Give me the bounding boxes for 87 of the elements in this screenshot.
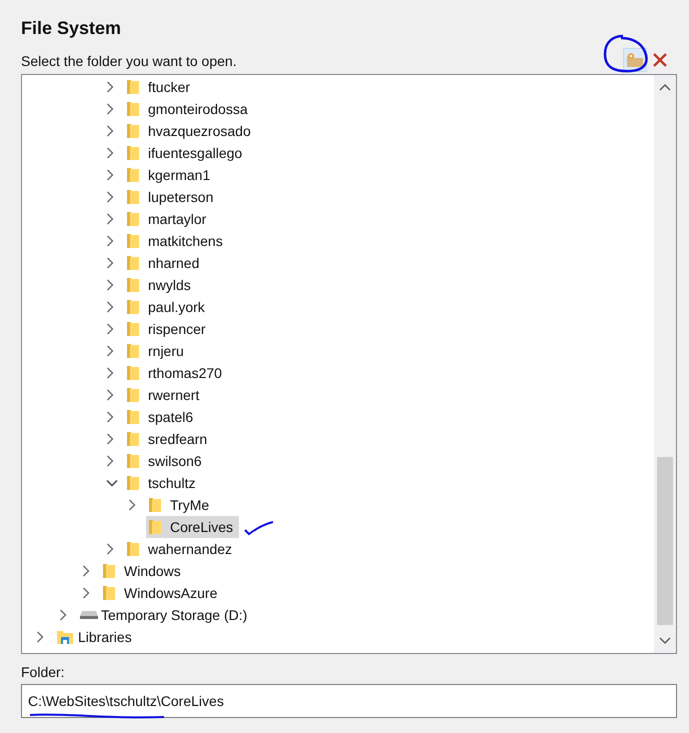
expand-chevron-icon[interactable]	[106, 147, 114, 159]
folder-tree-item[interactable]: nwylds	[106, 274, 197, 296]
folder-tree-item[interactable]: gmonteirodossa	[106, 98, 254, 120]
folder-icon	[126, 101, 140, 117]
expand-chevron-icon[interactable]	[106, 301, 114, 313]
expand-chevron-icon[interactable]	[106, 411, 114, 423]
folder-icon	[126, 431, 140, 447]
expand-chevron-icon[interactable]	[106, 323, 114, 335]
folder-icon	[126, 343, 140, 359]
drive-icon	[79, 610, 99, 620]
expand-chevron-icon[interactable]	[106, 367, 114, 379]
scroll-thumb[interactable]	[657, 457, 673, 625]
folder-icon	[126, 409, 140, 425]
folder-icon	[126, 475, 140, 491]
library-icon	[56, 629, 74, 645]
folder-path-field[interactable]: C:\WebSites\tschultz\CoreLives	[21, 684, 677, 718]
folder-tree-item[interactable]: lupeterson	[106, 186, 220, 208]
scroll-down-icon[interactable]	[659, 637, 671, 645]
check-mark-drawing	[243, 520, 275, 536]
expand-chevron-icon[interactable]	[106, 455, 114, 467]
field-label: Folder:	[21, 663, 65, 681]
expand-chevron-icon[interactable]	[36, 631, 44, 643]
annotation-circle-drawing	[603, 34, 649, 74]
folder-tree-item[interactable]: TryMe	[128, 494, 216, 516]
folder-tree-item[interactable]: sredfearn	[106, 428, 214, 450]
folder-icon	[126, 79, 140, 95]
folder-tree-item[interactable]: wahernandez	[106, 538, 238, 560]
expand-chevron-icon[interactable]	[106, 389, 114, 401]
scrollbar[interactable]	[654, 75, 676, 653]
folder-icon	[126, 145, 140, 161]
folder-tree-item[interactable]: rnjeru	[106, 340, 190, 362]
expand-chevron-icon[interactable]	[106, 279, 114, 291]
folder-tree-item[interactable]: martaylor	[106, 208, 212, 230]
expand-chevron-icon[interactable]	[59, 609, 67, 621]
expand-chevron-icon[interactable]	[106, 433, 114, 445]
expand-chevron-icon[interactable]	[128, 499, 136, 511]
folder-icon	[126, 255, 140, 271]
folder-icon	[126, 189, 140, 205]
folder-tree-item[interactable]: tschultz	[106, 472, 202, 494]
expand-chevron-icon[interactable]	[106, 81, 114, 93]
folder-icon	[126, 211, 140, 227]
folder-icon	[126, 365, 140, 381]
folder-icon	[126, 123, 140, 139]
library-tree-item[interactable]: Libraries	[36, 626, 138, 648]
folder-tree-item[interactable]: WindowsAzure	[82, 582, 224, 604]
folder-tree-item[interactable]: spatel6	[106, 406, 200, 428]
folder-tree-item[interactable]: paul.york	[106, 296, 211, 318]
folder-tree-item[interactable]: kgerman1	[106, 164, 216, 186]
folder-icon	[126, 387, 140, 403]
folder-tree-item[interactable]: swilson6	[106, 450, 208, 472]
folder-icon	[102, 563, 116, 579]
expand-chevron-icon[interactable]	[82, 565, 90, 577]
scroll-up-icon[interactable]	[659, 83, 671, 91]
folder-icon	[126, 277, 140, 293]
folder-tree-item[interactable]: rwernert	[106, 384, 206, 406]
drive-tree-item[interactable]: Temporary Storage (D:)	[59, 604, 254, 626]
path-input[interactable]: C:\WebSites\tschultz\CoreLives	[28, 690, 670, 712]
expand-chevron-icon[interactable]	[106, 191, 114, 203]
folder-tree-item[interactable]: ftucker	[106, 76, 196, 98]
folder-tree-item[interactable]: rispencer	[106, 318, 212, 340]
folder-icon	[148, 519, 162, 535]
folder-tree-item[interactable]: matkitchens	[106, 230, 229, 252]
folder-icon	[148, 497, 162, 513]
expand-chevron-icon[interactable]	[106, 125, 114, 137]
expand-chevron-icon[interactable]	[106, 257, 114, 269]
expand-chevron-icon[interactable]	[82, 587, 90, 599]
expand-chevron-icon[interactable]	[106, 103, 114, 115]
folder-tree-item[interactable]: Windows	[82, 560, 187, 582]
expand-chevron-icon[interactable]	[106, 235, 114, 247]
folder-tree-item[interactable]: ifuentesgallego	[106, 142, 248, 164]
folder-icon	[126, 233, 140, 249]
folder-tree-item[interactable]: hvazquezrosado	[106, 120, 257, 142]
folder-icon	[126, 299, 140, 315]
folder-icon	[126, 453, 140, 469]
folder-icon	[126, 167, 140, 183]
expand-chevron-icon[interactable]	[106, 169, 114, 181]
dialog-title: File System	[21, 17, 122, 40]
expand-chevron-icon[interactable]	[106, 543, 114, 555]
expand-chevron-icon[interactable]	[106, 345, 114, 357]
folder-tree-item[interactable]: nharned	[106, 252, 206, 274]
folder-icon	[102, 585, 116, 601]
folder-icon	[126, 541, 140, 557]
collapse-chevron-icon[interactable]	[106, 479, 118, 487]
instruction-text: Select the folder you want to open.	[21, 52, 237, 70]
folder-icon	[126, 321, 140, 337]
folder-tree-item[interactable]: rthomas270	[106, 362, 228, 384]
expand-chevron-icon[interactable]	[106, 213, 114, 225]
